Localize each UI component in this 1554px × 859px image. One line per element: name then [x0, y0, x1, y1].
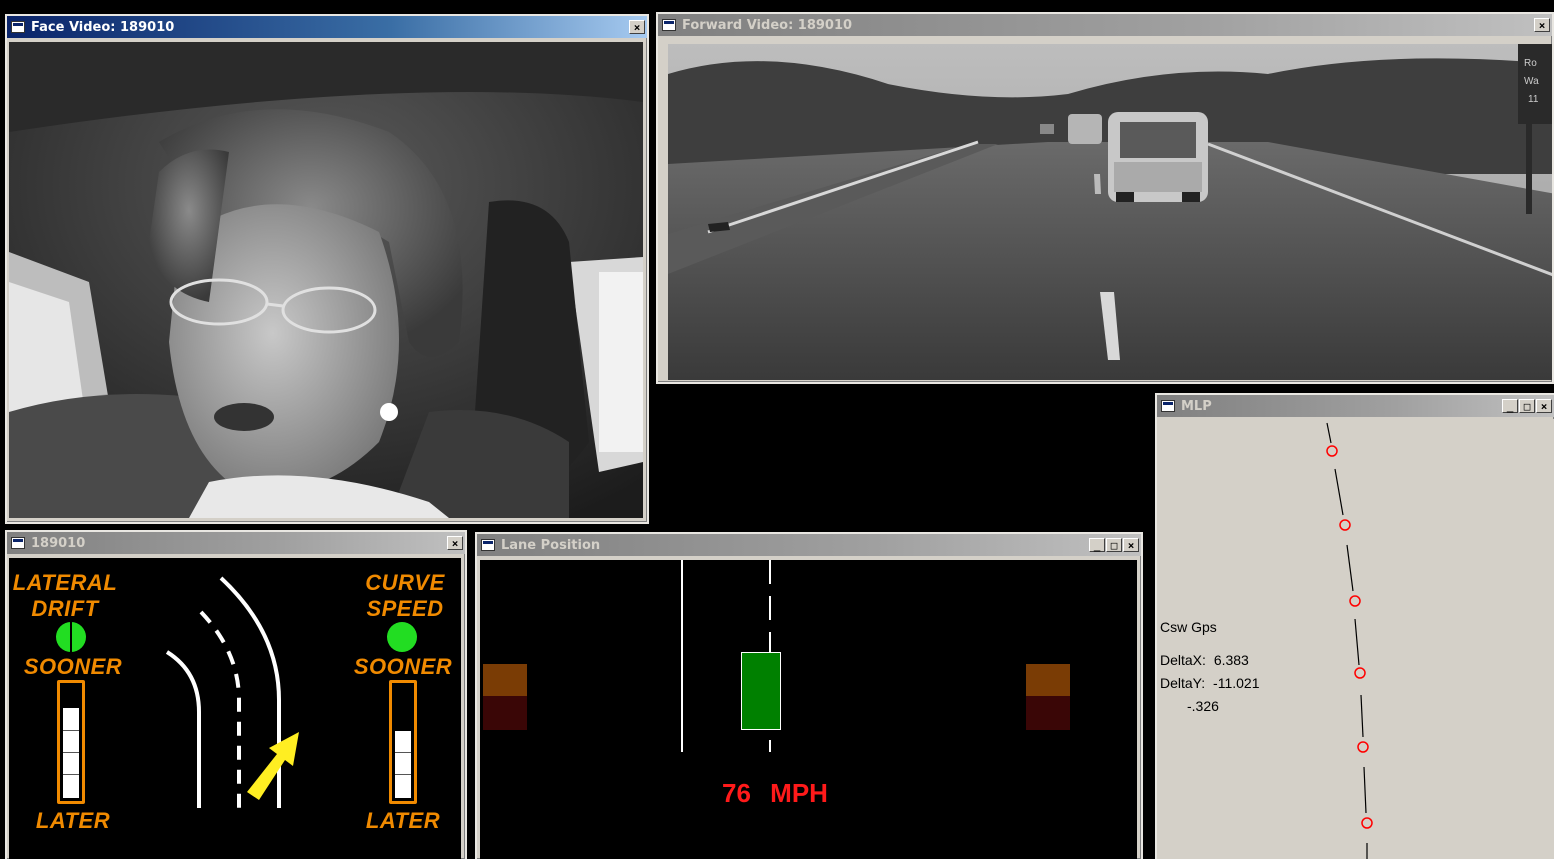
- lateral-drift-meter-fill: [63, 708, 79, 798]
- hud-window[interactable]: 189010 × LATERAL DRIFT SOONER LATER CURV…: [5, 530, 467, 859]
- lateral-drift-indicator: [56, 622, 86, 652]
- lateral-drift-title: LATERAL DRIFT: [9, 570, 121, 622]
- gps-point: [1361, 817, 1373, 829]
- lateral-drift-later: LATER: [35, 808, 111, 833]
- delta-y-row: DeltaY: -11.021: [1160, 675, 1259, 691]
- hud-titlebar[interactable]: 189010 ×: [7, 532, 465, 554]
- curve-speed-line2: SPEED: [366, 596, 444, 621]
- lane-position-titlebar[interactable]: Lane Position _ □ ×: [477, 534, 1141, 556]
- face-video-titlebar[interactable]: Face Video: 189010 ×: [7, 16, 647, 38]
- window-icon: [11, 537, 25, 549]
- minimize-button[interactable]: _: [1502, 399, 1518, 413]
- hud-title: 189010: [31, 535, 86, 551]
- lane-position-title: Lane Position: [501, 537, 601, 553]
- forward-video-title: Forward Video: 189010: [682, 17, 853, 33]
- curve-speed-meter: [389, 680, 417, 804]
- sign-text-3: 11: [1528, 94, 1539, 105]
- extra-value: -.326: [1187, 698, 1219, 714]
- window-icon: [662, 19, 676, 31]
- right-warning-block-lower: [1026, 696, 1070, 730]
- forward-video-image: Ro Wa 11: [668, 44, 1552, 380]
- forward-video-titlebar[interactable]: Forward Video: 189010 ×: [658, 14, 1552, 36]
- curve-speed-indicator: [387, 622, 417, 652]
- forward-video-window[interactable]: Forward Video: 189010 × Ro Wa 11: [656, 12, 1554, 384]
- mlp-title: MLP: [1181, 398, 1212, 414]
- mlp-panel: Csw Gps DeltaX: 6.383 DeltaY: -11.021 -.…: [1157, 419, 1554, 859]
- lane-position-window[interactable]: Lane Position _ □ × 76 MPH: [475, 532, 1143, 859]
- curve-speed-line1: CURVE: [365, 570, 445, 595]
- maximize-button[interactable]: □: [1106, 538, 1122, 552]
- sign-text-2: Wa: [1524, 76, 1539, 87]
- delta-y-label: DeltaY:: [1160, 675, 1206, 691]
- face-video-frame: [9, 42, 643, 518]
- delta-x-row: DeltaX: 6.383: [1160, 652, 1249, 668]
- left-warning-block-lower: [483, 696, 527, 730]
- face-video-image: [9, 42, 643, 518]
- lateral-drift-line2: DRIFT: [31, 596, 99, 621]
- lateral-drift-line1: LATERAL: [12, 570, 118, 595]
- close-button[interactable]: ×: [1536, 399, 1552, 413]
- maximize-button[interactable]: □: [1519, 399, 1535, 413]
- speed-readout: 76 MPH: [722, 778, 828, 809]
- gps-point: [1339, 519, 1351, 531]
- close-button[interactable]: ×: [1534, 18, 1550, 32]
- minimize-button[interactable]: _: [1089, 538, 1105, 552]
- lane-position-panel: 76 MPH: [480, 560, 1137, 859]
- window-icon: [1161, 400, 1175, 412]
- curve-speed-title: CURVE SPEED: [349, 570, 461, 622]
- hud-panel: LATERAL DRIFT SOONER LATER CURVE SPEED S…: [9, 558, 461, 859]
- face-video-window[interactable]: Face Video: 189010 ×: [5, 14, 649, 524]
- gps-point: [1349, 595, 1361, 607]
- delta-x-value: 6.383: [1213, 652, 1249, 668]
- close-button[interactable]: ×: [1123, 538, 1139, 552]
- csw-gps-label: Csw Gps: [1160, 619, 1217, 635]
- curve-speed-meter-fill: [395, 731, 411, 798]
- forward-video-frame: Ro Wa 11: [668, 44, 1552, 380]
- speed-value: 76: [722, 778, 751, 808]
- gps-point: [1354, 667, 1366, 679]
- left-lane-line: [681, 560, 683, 752]
- lateral-drift-sooner: SOONER: [23, 654, 123, 679]
- delta-y-value: -11.021: [1213, 675, 1260, 691]
- vehicle-marker: [741, 652, 781, 730]
- sign-text-1: Ro: [1524, 58, 1537, 69]
- gps-point: [1326, 445, 1338, 457]
- window-icon: [11, 21, 25, 33]
- mlp-titlebar[interactable]: MLP _ □ ×: [1157, 395, 1554, 417]
- curve-speed-sooner: SOONER: [353, 654, 453, 679]
- right-warning-block: [1026, 664, 1070, 696]
- left-warning-block: [483, 664, 527, 696]
- curve-speed-later: LATER: [365, 808, 441, 833]
- delta-x-label: DeltaX:: [1160, 652, 1206, 668]
- lateral-drift-meter: [57, 680, 85, 804]
- window-icon: [481, 539, 495, 551]
- close-button[interactable]: ×: [447, 536, 463, 550]
- yellow-arrow-icon: [247, 732, 299, 800]
- face-video-title: Face Video: 189010: [31, 19, 175, 35]
- mlp-trace: [1326, 422, 1373, 859]
- close-button[interactable]: ×: [629, 20, 645, 34]
- speed-unit: MPH: [770, 778, 828, 808]
- mlp-window[interactable]: MLP _ □ × Csw Gps DeltaX: 6.383 DeltaY: …: [1155, 393, 1554, 859]
- gps-point: [1357, 741, 1369, 753]
